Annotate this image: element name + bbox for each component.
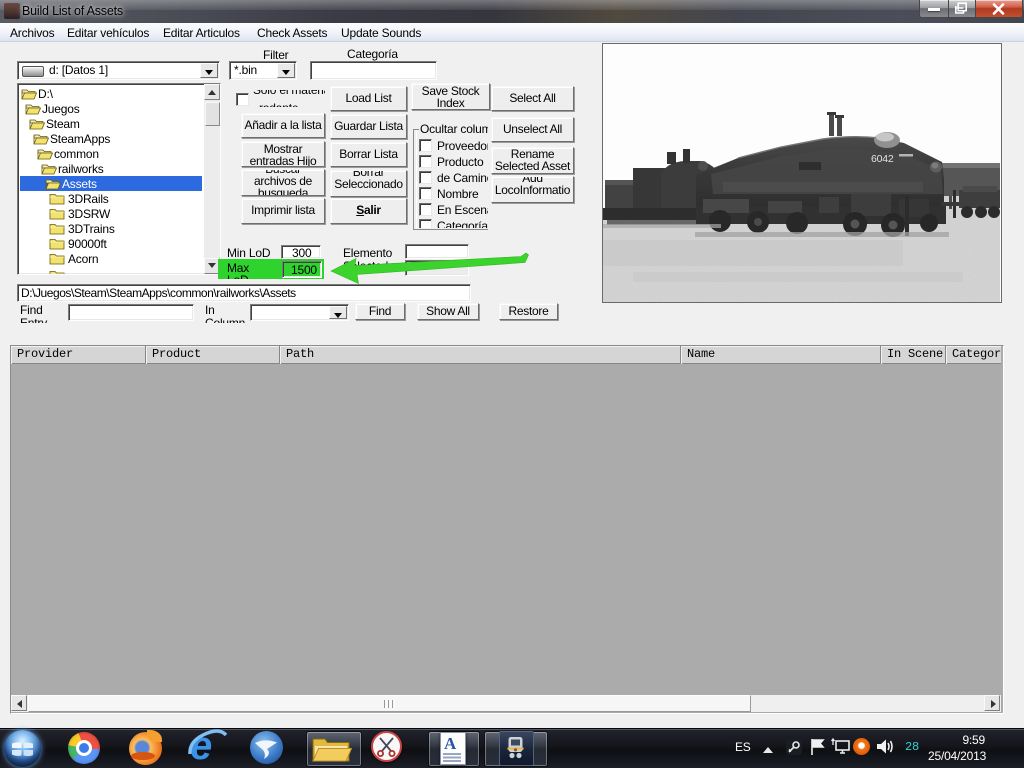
svg-text:6042: 6042 — [871, 153, 894, 165]
